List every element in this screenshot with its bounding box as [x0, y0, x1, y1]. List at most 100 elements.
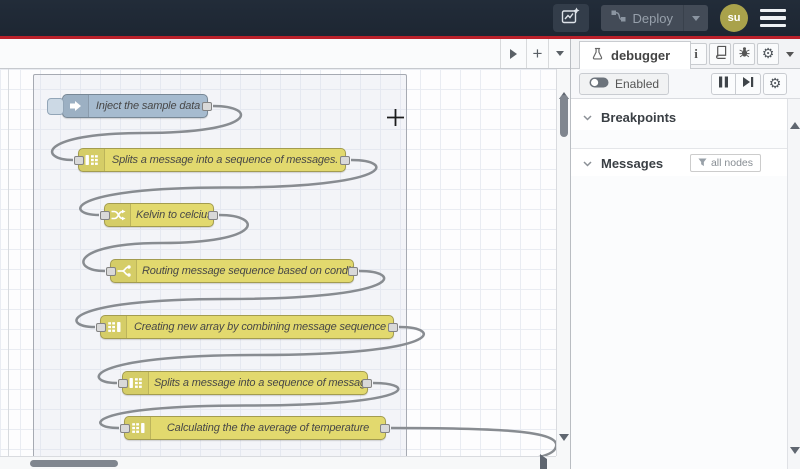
node-port-input[interactable]: [100, 211, 110, 220]
flask-icon: [590, 46, 605, 66]
scroll-right-icon: [510, 48, 517, 59]
node-port-output[interactable]: [362, 379, 372, 388]
deploy-label: Deploy: [632, 10, 673, 26]
flow-node-split[interactable]: Splits a message into a sequence of mess…: [118, 371, 372, 395]
node-port-output[interactable]: [348, 267, 358, 276]
node-port-input[interactable]: [118, 379, 128, 388]
node-port-output[interactable]: [208, 211, 218, 220]
deploy-options-button[interactable]: [683, 5, 708, 31]
flow-list-button[interactable]: [548, 39, 570, 68]
step-forward-icon: [742, 75, 754, 93]
node-port-input[interactable]: [96, 323, 106, 332]
scroll-right-button[interactable]: [540, 454, 547, 469]
triangle-down-icon: [790, 447, 800, 469]
node-red-editor: Deploy su + Inject the sample data Splits…: [0, 0, 800, 469]
pause-button[interactable]: [711, 73, 736, 95]
flow-node-split[interactable]: Splits a message into a sequence of mess…: [74, 148, 350, 172]
message-filter-button[interactable]: all nodes: [689, 154, 761, 172]
node-label: Inject the sample data: [95, 100, 201, 112]
node-port-input[interactable]: [106, 267, 116, 276]
scroll-up-button[interactable]: [790, 105, 800, 129]
scroll-up-button[interactable]: [559, 75, 569, 99]
deploy-button[interactable]: Deploy: [600, 5, 708, 31]
horizontal-scroll-thumb[interactable]: [30, 460, 118, 467]
gear-icon: ⚙: [761, 46, 775, 62]
debugger-enabled-toggle[interactable]: Enabled: [579, 73, 670, 95]
funnel-icon: [698, 154, 707, 172]
sidebar: debugger i ⚙ Enabled ⚙ Breakpoints Messa…: [570, 39, 800, 469]
tab-debug-button[interactable]: [733, 43, 755, 65]
node-label: Splits a message into a sequence of mess…: [154, 377, 367, 389]
tab-help-button[interactable]: [709, 43, 731, 65]
flow-node-join[interactable]: Calculating the the average of temperatu…: [120, 416, 390, 440]
tab-debugger[interactable]: debugger: [579, 41, 691, 69]
sidebar-tab-list-button[interactable]: [781, 43, 799, 65]
chevron-down-icon: [583, 154, 592, 172]
canvas-horizontal-scrollbar[interactable]: [0, 454, 556, 469]
main-menu-button[interactable]: [760, 5, 786, 32]
book-icon: [714, 45, 727, 64]
sidebar-tab-bar: debugger i ⚙: [571, 39, 800, 69]
node-label: Creating new array by combining message …: [133, 321, 387, 333]
inject-trigger-button[interactable]: [47, 98, 64, 115]
debugger-playback-controls: [711, 73, 761, 95]
node-port-input[interactable]: [120, 424, 130, 433]
workspace-tab-bar: +: [0, 39, 570, 69]
flow-node-switch[interactable]: Routing message sequence based on condit…: [106, 259, 358, 283]
triangle-down-icon: [559, 434, 569, 458]
tab-config-button[interactable]: ⚙: [757, 43, 779, 65]
scroll-down-button[interactable]: [790, 447, 800, 469]
node-label: Splits a message into a sequence of mess…: [111, 154, 339, 166]
flow-assistant-button[interactable]: [552, 4, 589, 32]
header-bar: Deploy su: [0, 0, 800, 36]
canvas-vertical-scrollbar[interactable]: [556, 69, 570, 458]
enabled-label: Enabled: [615, 77, 660, 91]
plus-icon: +: [532, 44, 543, 63]
breakpoints-label: Breakpoints: [601, 109, 677, 125]
chevron-down-icon: [555, 51, 564, 56]
pause-icon: [718, 75, 729, 93]
node-port-input[interactable]: [74, 156, 84, 165]
node-port-output[interactable]: [340, 156, 350, 165]
debugger-toolbar: Enabled ⚙: [571, 69, 800, 99]
scroll-tabs-right-button[interactable]: [500, 39, 526, 68]
node-port-output[interactable]: [202, 102, 212, 111]
messages-section-header[interactable]: Messages all nodes: [571, 150, 787, 176]
deploy-main[interactable]: Deploy: [601, 9, 683, 28]
info-icon: i: [694, 46, 698, 61]
hamburger-icon: [760, 8, 786, 13]
debugger-settings-button[interactable]: ⚙: [763, 73, 787, 95]
node-port-output[interactable]: [388, 323, 398, 332]
chevron-down-icon: [786, 51, 794, 57]
node-port-output[interactable]: [380, 424, 390, 433]
scrollbar-corner: [556, 456, 570, 469]
flow-sparkle-icon: [561, 7, 580, 30]
flow-canvas[interactable]: Inject the sample data Splits a message i…: [0, 69, 556, 456]
toggle-on-icon: [589, 75, 609, 93]
debugger-tab-label: debugger: [611, 48, 671, 63]
bug-icon: [738, 45, 751, 64]
add-flow-button[interactable]: +: [526, 39, 548, 68]
chevron-down-icon: [583, 108, 592, 126]
flow-node-change[interactable]: Kelvin to celcius: [100, 203, 218, 227]
deploy-icon: [611, 9, 626, 28]
workspace-tab-controls: +: [500, 39, 570, 68]
step-button[interactable]: [736, 73, 761, 95]
sidebar-scrollbar[interactable]: [787, 99, 800, 469]
messages-list: [571, 176, 787, 469]
flow-node-join[interactable]: Creating new array by combining message …: [96, 315, 398, 339]
flow-node-inject[interactable]: Inject the sample data: [47, 94, 212, 118]
gear-icon: ⚙: [768, 76, 782, 92]
node-label: Calculating the the average of temperatu…: [166, 422, 370, 434]
filter-label: all nodes: [710, 157, 753, 169]
breakpoints-section-header[interactable]: Breakpoints: [571, 104, 787, 130]
palette-edge-divider: [8, 69, 9, 456]
arrow-icon: [63, 95, 89, 117]
triangle-right-icon: [540, 454, 547, 469]
user-avatar[interactable]: su: [720, 4, 748, 32]
vertical-scroll-thumb[interactable]: [560, 95, 568, 137]
messages-label: Messages: [601, 155, 664, 171]
breakpoints-list: [571, 130, 787, 149]
node-label: Kelvin to celcius: [136, 209, 213, 221]
chevron-down-icon: [692, 15, 700, 21]
